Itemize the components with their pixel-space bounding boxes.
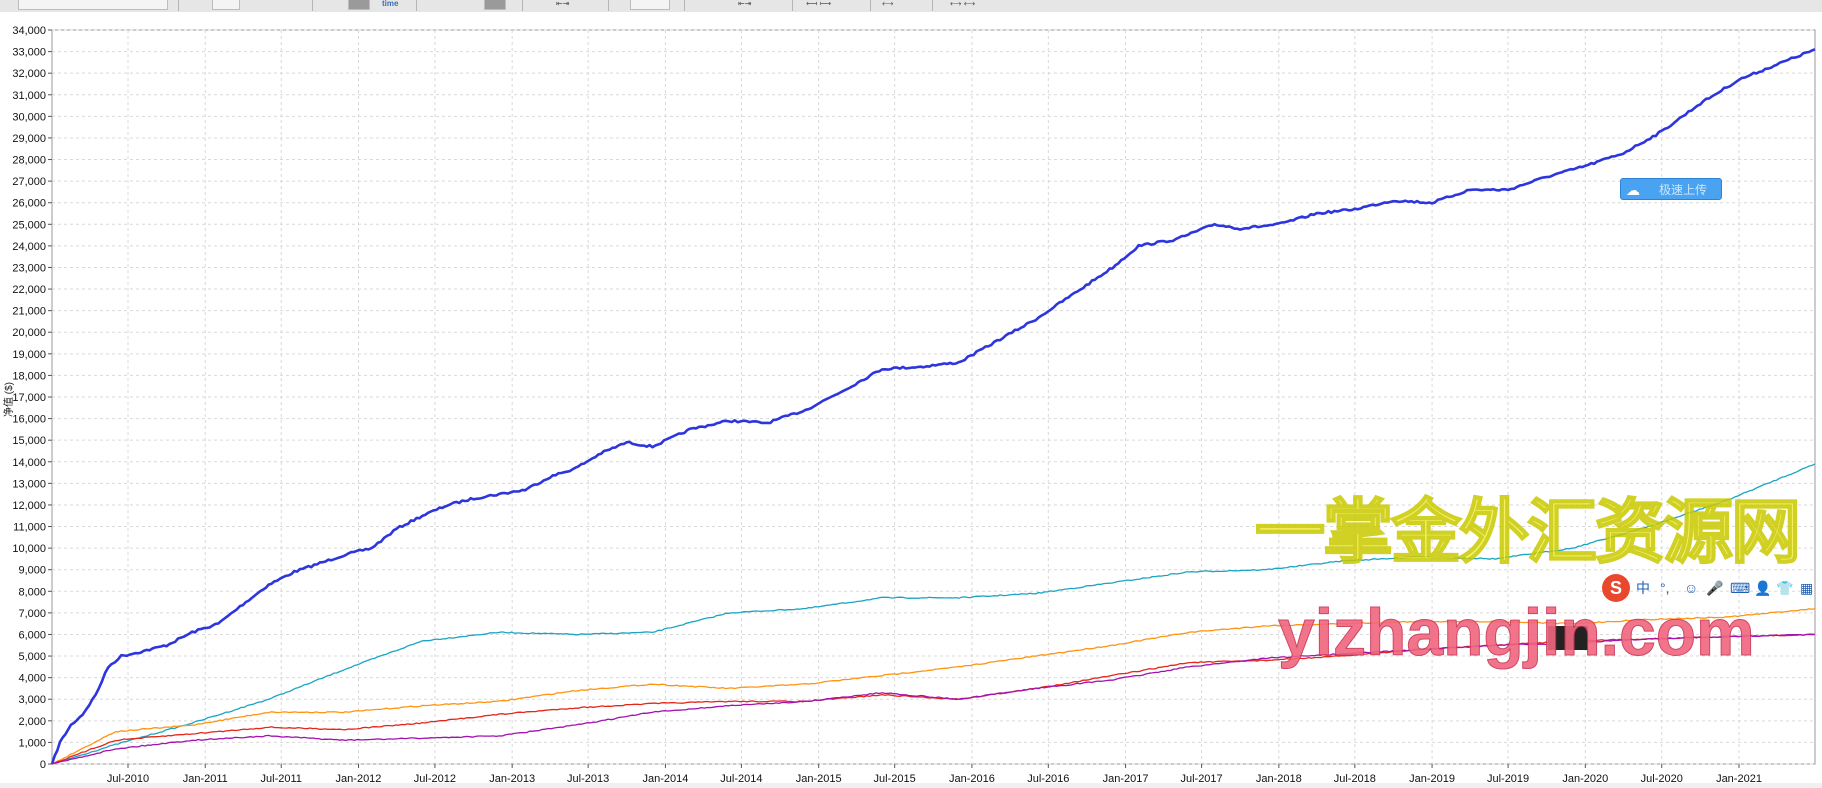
y-tick-label: 29,000 <box>12 133 46 145</box>
x-tick-label: Jan-2012 <box>336 773 382 783</box>
toolbar-separator <box>792 0 793 11</box>
cloud-icon: ☁ <box>1626 182 1640 198</box>
y-tick-label: 19,000 <box>12 349 46 361</box>
x-tick-label: Jul-2019 <box>1487 773 1529 783</box>
x-tick-label: Jul-2012 <box>414 773 456 783</box>
y-tick-label: 32,000 <box>12 68 46 80</box>
y-tick-label: 28,000 <box>12 155 46 167</box>
x-tick-label: Jul-2020 <box>1641 773 1683 783</box>
x-tick-label: Jan-2019 <box>1409 773 1455 783</box>
ime-toolbox-icon[interactable]: ▦ <box>1800 580 1813 596</box>
y-tick-label: 6,000 <box>18 629 46 641</box>
y-tick-label: 12,000 <box>12 500 46 512</box>
y-tick-label: 3,000 <box>18 694 46 706</box>
x-tick-label: Jan-2021 <box>1716 773 1762 783</box>
baidu-upload-label: 极速上传 <box>1659 183 1708 197</box>
toolbar-separator <box>522 0 523 11</box>
ime-user-icon[interactable]: 👤 <box>1754 580 1771 596</box>
ime-skin-icon[interactable]: 👕 <box>1776 580 1793 596</box>
y-tick-label: 18,000 <box>12 370 46 382</box>
y-tick-label: 10,000 <box>12 543 46 555</box>
x-tick-label: Jan-2018 <box>1256 773 1302 783</box>
toolbar-button[interactable] <box>212 0 240 10</box>
ime-keyboard-icon[interactable]: ⌨ <box>1730 580 1750 596</box>
time-button[interactable]: time <box>382 0 398 8</box>
y-tick-label: 33,000 <box>12 47 46 59</box>
y-tick-label: 4,000 <box>18 673 46 685</box>
ime-voice-icon[interactable]: 🎤 <box>1706 580 1723 596</box>
y-tick-label: 30,000 <box>12 111 46 123</box>
y-tick-label: 26,000 <box>12 198 46 210</box>
toolbar-separator <box>870 0 871 11</box>
arrows-icon[interactable]: ⇤⇥ <box>738 0 751 8</box>
y-tick-label: 17,000 <box>12 392 46 404</box>
y-tick-label: 15,000 <box>12 435 46 447</box>
x-tick-label: Jul-2013 <box>567 773 609 783</box>
x-tick-label: Jan-2013 <box>489 773 535 783</box>
toolbar-button[interactable] <box>484 0 506 10</box>
x-tick-label: Jan-2017 <box>1103 773 1149 783</box>
x-tick-label: Jul-2010 <box>107 773 149 783</box>
x-tick-label: Jan-2011 <box>183 773 228 783</box>
y-tick-label: 14,000 <box>12 457 46 469</box>
x-tick-label: Jul-2014 <box>720 773 762 783</box>
toolbar-button[interactable] <box>348 0 370 10</box>
arrows-icon[interactable]: ⟻ ⟼ <box>806 0 831 8</box>
ime-punctuation-icon[interactable]: °, <box>1660 580 1670 596</box>
toolbar-button[interactable] <box>630 0 670 10</box>
x-tick-label: Jan-2020 <box>1562 773 1608 783</box>
toolbar-separator <box>932 0 933 11</box>
baidu-upload-button[interactable]: ☁ 极速上传 <box>1620 178 1722 200</box>
x-tick-label: Jul-2017 <box>1180 773 1222 783</box>
x-tick-label: Jan-2014 <box>642 773 688 783</box>
y-tick-label: 5,000 <box>18 651 46 663</box>
y-axis-label: 净值 ($) <box>4 382 15 417</box>
toolbar-separator <box>312 0 313 11</box>
y-tick-label: 25,000 <box>12 219 46 231</box>
y-tick-label: 16,000 <box>12 414 46 426</box>
ime-emoji-icon[interactable]: ☺ <box>1684 580 1698 596</box>
arrows-icon[interactable]: ⟷ ⟷ <box>950 0 975 8</box>
toolbar-separator <box>608 0 609 11</box>
watermark-title: 一掌金外汇资源网 <box>1254 493 1802 571</box>
x-tick-label: Jan-2015 <box>796 773 842 783</box>
x-tick-label: Jul-2015 <box>874 773 916 783</box>
y-tick-label: 23,000 <box>12 262 46 274</box>
y-tick-label: 31,000 <box>12 90 46 102</box>
y-tick-label: 13,000 <box>12 478 46 490</box>
x-tick-label: Jul-2011 <box>261 773 302 783</box>
arrows-icon[interactable]: ⇤⇥ <box>556 0 569 8</box>
y-tick-label: 20,000 <box>12 327 46 339</box>
y-tick-label: 8,000 <box>18 586 46 598</box>
y-tick-label: 2,000 <box>18 716 46 728</box>
toolbar-field[interactable] <box>18 0 168 10</box>
y-tick-label: 11,000 <box>13 522 46 534</box>
ime-toolbar[interactable]: S 中 °, ☺ 🎤 ⌨ 👤 👕 ▦ <box>1602 574 1822 602</box>
x-tick-label: Jul-2016 <box>1027 773 1069 783</box>
ime-chinese-mode[interactable]: 中 <box>1636 580 1650 596</box>
y-tick-label: 1,000 <box>18 737 46 749</box>
y-tick-label: 34,000 <box>12 25 46 37</box>
x-tick-label: Jan-2016 <box>949 773 995 783</box>
toolbar-separator <box>684 0 685 11</box>
y-tick-label: 7,000 <box>18 608 46 620</box>
toolbar-separator <box>178 0 179 11</box>
y-tick-label: 24,000 <box>12 241 46 253</box>
sogou-logo-icon[interactable]: S <box>1602 574 1630 602</box>
y-tick-label: 22,000 <box>12 284 46 296</box>
y-tick-label: 27,000 <box>12 176 46 188</box>
watermark-url: yizhangjin.com <box>1278 595 1756 669</box>
y-tick-label: 0 <box>40 759 46 771</box>
arrows-icon[interactable]: ⟷ <box>882 0 893 8</box>
y-tick-label: 9,000 <box>18 565 46 577</box>
y-tick-label: 21,000 <box>12 306 46 318</box>
x-tick-label: Jul-2018 <box>1334 773 1376 783</box>
toolbar-separator <box>416 0 417 11</box>
